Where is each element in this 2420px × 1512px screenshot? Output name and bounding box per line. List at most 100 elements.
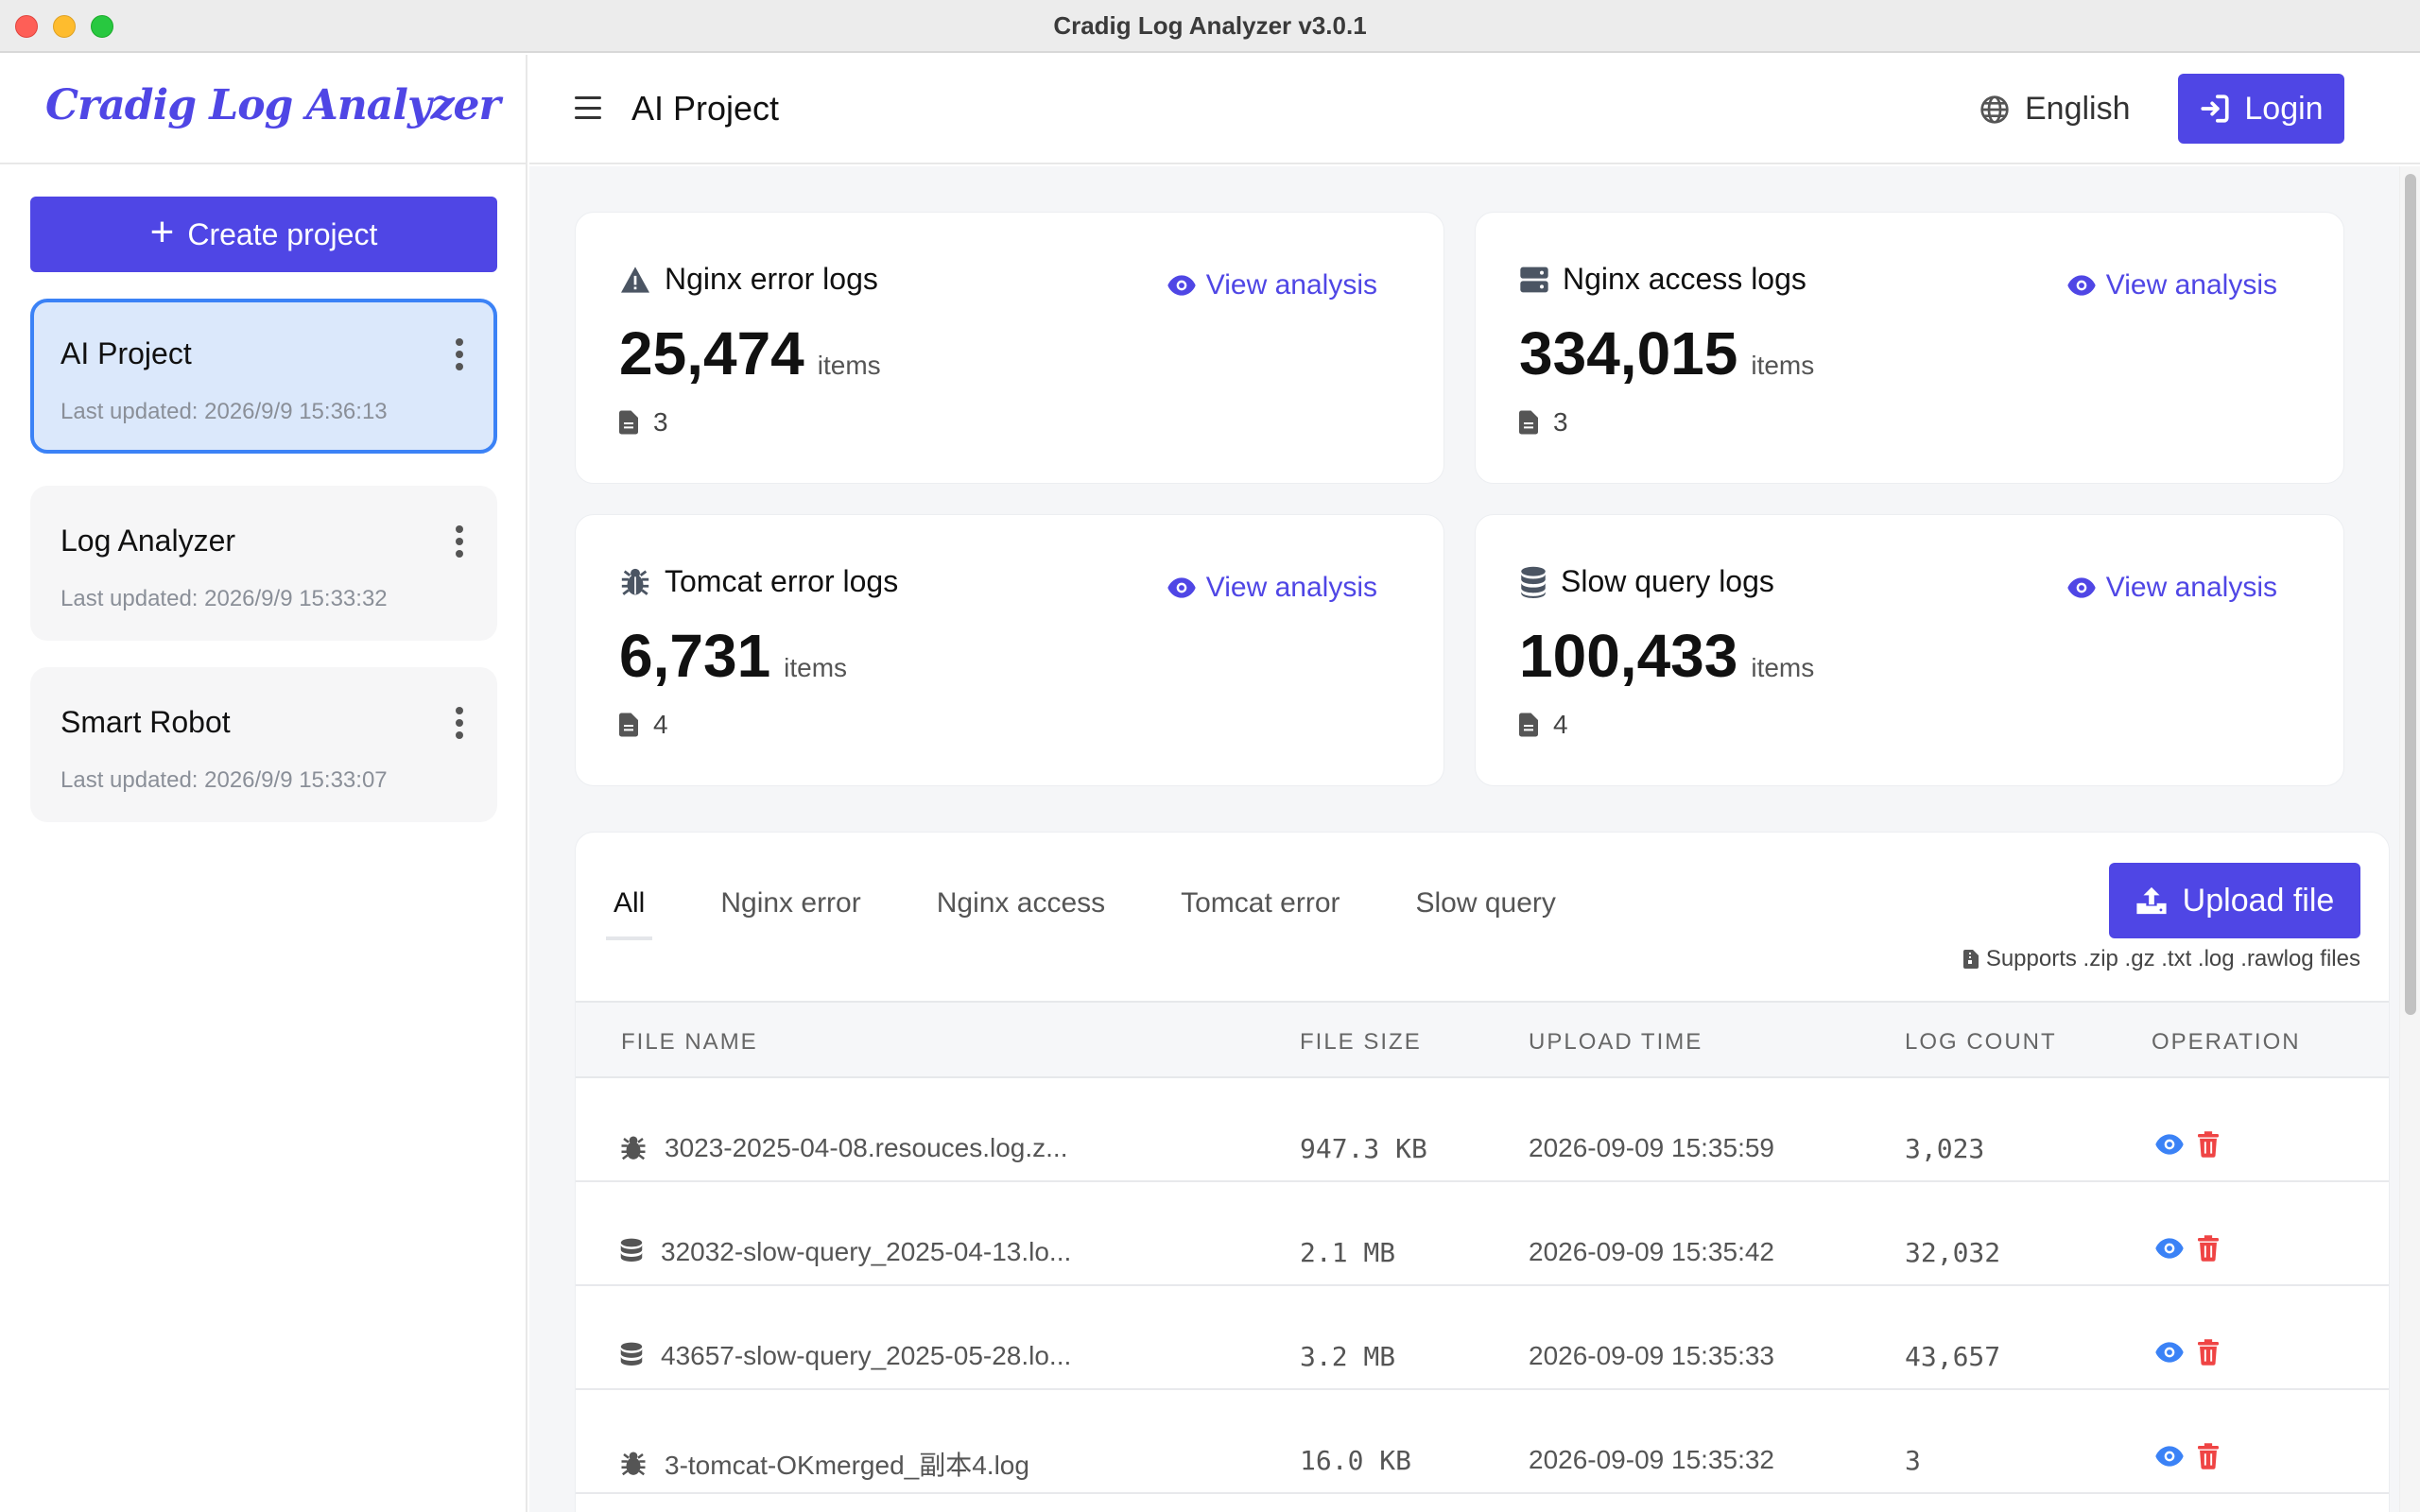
- project-card-smart-robot[interactable]: Smart Robot Last updated: 2026/9/9 15:33…: [30, 667, 497, 822]
- stat-file-count-value: 3: [653, 407, 668, 437]
- upload-time: 2026-09-09 15:35:59: [1529, 1133, 1774, 1162]
- tab-all[interactable]: All: [605, 833, 683, 974]
- title-bar: Cradig Log Analyzer v3.0.1: [0, 0, 2420, 53]
- stat-count: 100,433: [1519, 622, 1738, 690]
- view-analysis-label: View analysis: [2105, 269, 2277, 301]
- project-card-ai-project[interactable]: AI Project Last updated: 2026/9/9 15:36:…: [30, 299, 497, 454]
- view-file-eye-icon[interactable]: [2154, 1237, 2185, 1260]
- delete-file-trash-icon[interactable]: [2198, 1131, 2219, 1158]
- table-row[interactable]: 3023-2025-04-08.resouces.log.z... 947.3 …: [576, 1080, 2389, 1182]
- stat-file-count: 3: [619, 407, 668, 438]
- stat-card-nginx-access: Nginx access logs View analysis 334,015 …: [1475, 212, 2344, 484]
- delete-file-trash-icon[interactable]: [2198, 1235, 2219, 1262]
- log-count: 32,032: [1905, 1237, 2001, 1268]
- column-file-size[interactable]: FILE SIZE: [1300, 1029, 1422, 1056]
- stat-card-tomcat-error: Tomcat error logs View analysis 6,731 it…: [575, 514, 1444, 786]
- file-icon: [619, 713, 638, 737]
- file-size: 2.1 MB: [1300, 1237, 1396, 1268]
- eye-icon: [2067, 577, 2096, 598]
- upload-time: 2026-09-09 15:35:42: [1529, 1237, 1774, 1266]
- upload-file-button[interactable]: Upload file: [2109, 863, 2360, 938]
- view-file-eye-icon[interactable]: [2154, 1133, 2185, 1156]
- stat-file-count: 3: [1519, 407, 1568, 438]
- upload-support-note: Supports .zip .gz .txt .log .rawlog file…: [1962, 946, 2360, 972]
- stat-count: 25,474: [619, 319, 804, 387]
- project-name: AI Project: [60, 336, 192, 370]
- table-row[interactable]: 43657-slow-query_2025-05-28.lo... 3.2 MB…: [576, 1288, 2389, 1390]
- file-size: 947.3 KB: [1300, 1133, 1427, 1164]
- warning-icon: [621, 266, 649, 293]
- tab-slow-query[interactable]: Slow query: [1378, 833, 1594, 974]
- view-analysis-link[interactable]: View analysis: [1167, 572, 1377, 604]
- upload-support-text: Supports .zip .gz .txt .log .rawlog file…: [1985, 946, 2360, 971]
- stat-unit: items: [817, 351, 881, 380]
- brand-logo[interactable]: Cradig Log Analyzer: [45, 81, 501, 129]
- file-size: 3.2 MB: [1300, 1341, 1396, 1372]
- bug-icon: [621, 568, 649, 595]
- view-file-eye-icon[interactable]: [2154, 1445, 2185, 1468]
- table-row[interactable]: 3-tomcat-OKmerged_副本4.log 16.0 KB 2026-0…: [576, 1392, 2389, 1494]
- stat-count: 334,015: [1519, 319, 1738, 387]
- stat-title: Slow query logs: [1519, 564, 1774, 599]
- column-upload-time[interactable]: UPLOAD TIME: [1529, 1029, 1703, 1056]
- stat-file-count: 4: [619, 710, 668, 740]
- more-options-icon[interactable]: [456, 707, 463, 739]
- file-icon: [1519, 410, 1538, 435]
- language-selector[interactable]: English: [1979, 91, 2131, 128]
- view-analysis-label: View analysis: [1205, 572, 1377, 603]
- stat-file-count-value: 4: [653, 710, 668, 739]
- file-icon: [619, 410, 638, 435]
- upload-file-label: Upload file: [2182, 882, 2335, 919]
- sidebar: Cradig Log Analyzer + Create project AI …: [0, 55, 527, 1512]
- file-name: 32032-slow-query_2025-04-13.lo...: [661, 1237, 1072, 1266]
- stat-card-nginx-error: Nginx error logs View analysis 25,474 it…: [575, 212, 1444, 484]
- more-options-icon[interactable]: [456, 525, 463, 558]
- delete-file-trash-icon[interactable]: [2198, 1443, 2219, 1469]
- project-name: Log Analyzer: [60, 524, 236, 558]
- eye-icon: [2067, 275, 2096, 296]
- stat-title-label: Nginx error logs: [665, 262, 878, 296]
- view-analysis-link[interactable]: View analysis: [2066, 572, 2277, 604]
- globe-icon: [1980, 94, 2009, 124]
- file-icon: [1519, 713, 1538, 737]
- login-label: Login: [2244, 90, 2324, 127]
- plus-icon: +: [149, 209, 175, 255]
- tab-nginx-access[interactable]: Nginx access: [899, 833, 1143, 974]
- delete-file-trash-icon[interactable]: [2198, 1339, 2219, 1366]
- view-analysis-link[interactable]: View analysis: [1167, 269, 1377, 301]
- server-icon: [1520, 266, 1548, 292]
- file-size: 16.0 KB: [1300, 1445, 1412, 1476]
- stat-unit: items: [1751, 351, 1815, 380]
- main-content: Nginx error logs View analysis 25,474 it…: [529, 166, 2399, 1512]
- create-project-button[interactable]: + Create project: [30, 197, 497, 272]
- file-zip-icon: [1962, 950, 1979, 969]
- scrollbar-thumb[interactable]: [2405, 174, 2416, 1015]
- column-file-name[interactable]: FILE NAME: [621, 1029, 758, 1056]
- tab-nginx-error[interactable]: Nginx error: [683, 833, 898, 974]
- window-title: Cradig Log Analyzer v3.0.1: [1053, 11, 1367, 40]
- stat-unit: items: [1751, 653, 1815, 682]
- login-button[interactable]: Login: [2178, 74, 2344, 144]
- tab-tomcat-error[interactable]: Tomcat error: [1143, 833, 1377, 974]
- more-options-icon[interactable]: [456, 338, 463, 370]
- view-file-eye-icon[interactable]: [2154, 1341, 2185, 1364]
- row-operations: [2154, 1443, 2219, 1469]
- file-name: 43657-slow-query_2025-05-28.lo...: [661, 1341, 1072, 1370]
- stat-file-count: 4: [1519, 710, 1568, 740]
- main-scrollbar[interactable]: [2399, 166, 2420, 1512]
- eye-icon: [1167, 577, 1196, 598]
- table-row[interactable]: 32032-slow-query_2025-04-13.lo... 2.1 MB…: [576, 1184, 2389, 1286]
- stat-count-row: 334,015 items: [1519, 318, 1814, 388]
- column-log-count[interactable]: LOG COUNT: [1905, 1029, 2057, 1056]
- menu-toggle-icon[interactable]: [575, 96, 601, 119]
- stat-title: Nginx error logs: [619, 262, 878, 297]
- create-project-label: Create project: [187, 216, 378, 251]
- view-analysis-link[interactable]: View analysis: [2066, 269, 2277, 301]
- row-operations: [2154, 1131, 2219, 1158]
- log-count: 3,023: [1905, 1133, 1985, 1164]
- eye-icon: [1167, 275, 1196, 296]
- project-card-log-analyzer[interactable]: Log Analyzer Last updated: 2026/9/9 15:3…: [30, 486, 497, 641]
- column-operation: OPERATION: [2152, 1029, 2301, 1055]
- project-updated: Last updated: 2026/9/9 15:33:32: [60, 586, 388, 611]
- stat-title: Tomcat error logs: [619, 564, 898, 599]
